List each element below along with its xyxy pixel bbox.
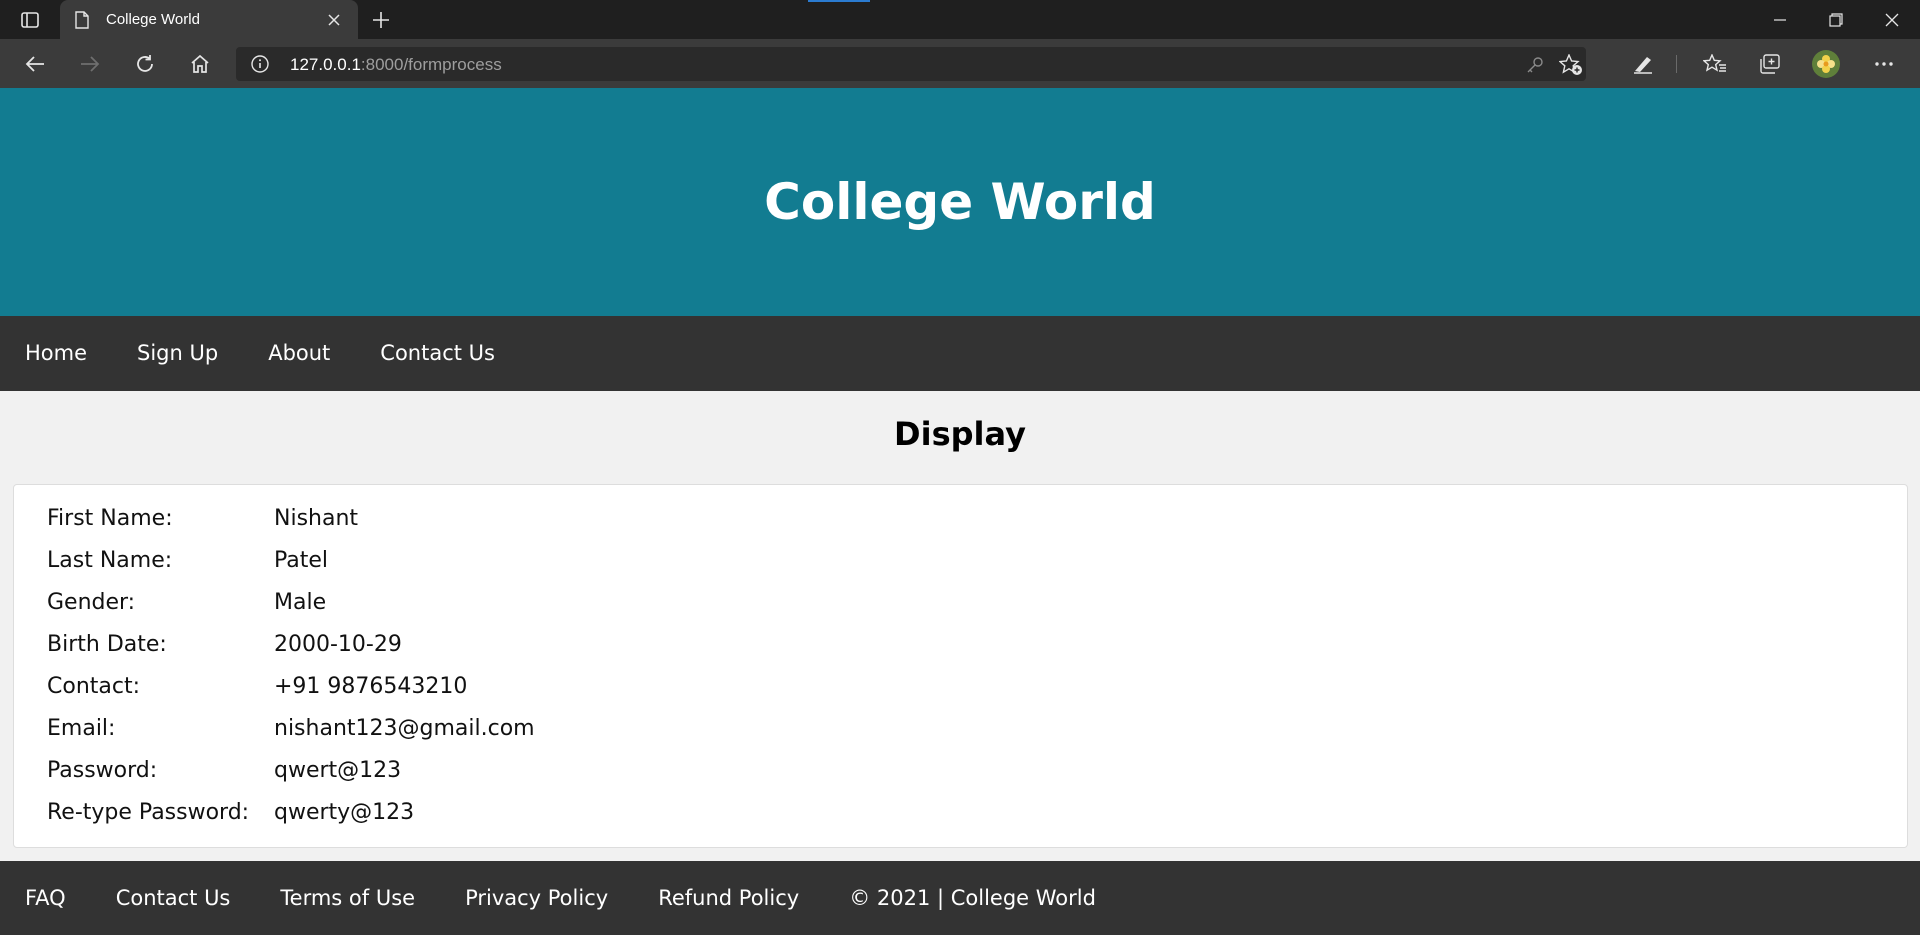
table-row: Email: nishant123@gmail.com (47, 707, 535, 749)
field-label: Password: (47, 757, 158, 783)
table-row: First Name: Nishant (47, 497, 535, 539)
site-footer: FAQ Contact Us Terms of Use Privacy Poli… (0, 861, 1920, 935)
table-row: Gender: Male (47, 581, 535, 623)
field-label: First Name: (47, 505, 173, 531)
site-title: College World (764, 173, 1156, 231)
minimize-icon[interactable] (1752, 0, 1808, 39)
restore-icon[interactable] (1808, 0, 1864, 39)
read-aloud-icon[interactable] (1626, 48, 1660, 80)
nav-item-home[interactable]: Home (0, 316, 112, 391)
tab-actions-icon[interactable] (14, 8, 46, 32)
table-row: Re-type Password: qwerty@123 (47, 791, 535, 833)
field-value: +91 9876543210 (274, 673, 468, 699)
window-controls (1752, 0, 1920, 39)
field-label: Last Name: (47, 547, 173, 573)
field-value: qwert@123 (274, 757, 402, 783)
page-icon (72, 10, 92, 30)
footer-link-terms-of-use[interactable]: Terms of Use (255, 861, 440, 935)
nav-item-sign-up[interactable]: Sign Up (112, 316, 243, 391)
tab-accent-bar (808, 0, 870, 2)
main-nav: Home Sign Up About Contact Us (0, 316, 1920, 391)
footer-link-privacy-policy[interactable]: Privacy Policy (440, 861, 633, 935)
field-value: qwerty@123 (274, 799, 415, 825)
field-label: Birth Date: (47, 631, 167, 657)
profile-avatar[interactable] (1812, 50, 1840, 78)
details-table: First Name: Nishant Last Name: Patel Gende… (47, 497, 535, 833)
add-favorite-icon[interactable] (1558, 53, 1584, 77)
url-text: 127.0.0.1:8000/formprocess (290, 55, 502, 75)
nav-item-about[interactable]: About (243, 316, 355, 391)
footer-link-faq[interactable]: FAQ (0, 861, 91, 935)
field-label: Email: (47, 715, 116, 741)
nav-item-contact-us[interactable]: Contact Us (355, 316, 520, 391)
toolbar-separator (1676, 55, 1677, 73)
browser-tab-bar: College World (0, 0, 1920, 39)
table-row: Password: qwert@123 (47, 749, 535, 791)
home-icon[interactable] (184, 48, 216, 80)
field-label: Contact: (47, 673, 141, 699)
more-options-icon[interactable] (1867, 48, 1901, 80)
url-path: :8000/formprocess (360, 55, 502, 74)
field-value: Patel (274, 547, 329, 573)
site-info-icon[interactable] (250, 54, 270, 74)
password-key-icon[interactable] (1524, 54, 1546, 76)
forward-icon[interactable] (74, 48, 106, 80)
close-window-icon[interactable] (1864, 0, 1920, 39)
field-label: Re-type Password: (47, 799, 250, 825)
page-heading: Display (894, 415, 1026, 453)
footer-link-contact-us[interactable]: Contact Us (91, 861, 256, 935)
browser-address-bar: 127.0.0.1:8000/formprocess (0, 39, 1920, 88)
close-tab-icon[interactable] (322, 8, 346, 32)
field-label: Gender: (47, 589, 136, 615)
details-card: First Name: Nishant Last Name: Patel Gende… (13, 484, 1908, 848)
back-icon[interactable] (19, 48, 51, 80)
favorites-icon[interactable] (1698, 48, 1732, 80)
new-tab-icon[interactable] (366, 6, 396, 34)
table-row: Birth Date: 2000-10-29 (47, 623, 535, 665)
collections-icon[interactable] (1753, 48, 1787, 80)
table-row: Last Name: Patel (47, 539, 535, 581)
site-header: College World (0, 88, 1920, 316)
table-row: Contact: +91 9876543210 (47, 665, 535, 707)
url-host: 127.0.0.1 (290, 55, 361, 74)
copyright-text: © 2021 | College World (849, 886, 1096, 910)
browser-tab[interactable]: College World (60, 0, 358, 39)
field-value: 2000-10-29 (274, 631, 402, 657)
field-value: nishant123@gmail.com (274, 715, 535, 741)
field-value: Nishant (274, 505, 359, 531)
url-field[interactable]: 127.0.0.1:8000/formprocess (236, 47, 1586, 81)
field-value: Male (274, 589, 327, 615)
refresh-icon[interactable] (129, 48, 161, 80)
tab-title: College World (106, 11, 200, 28)
footer-link-refund-policy[interactable]: Refund Policy (633, 861, 824, 935)
